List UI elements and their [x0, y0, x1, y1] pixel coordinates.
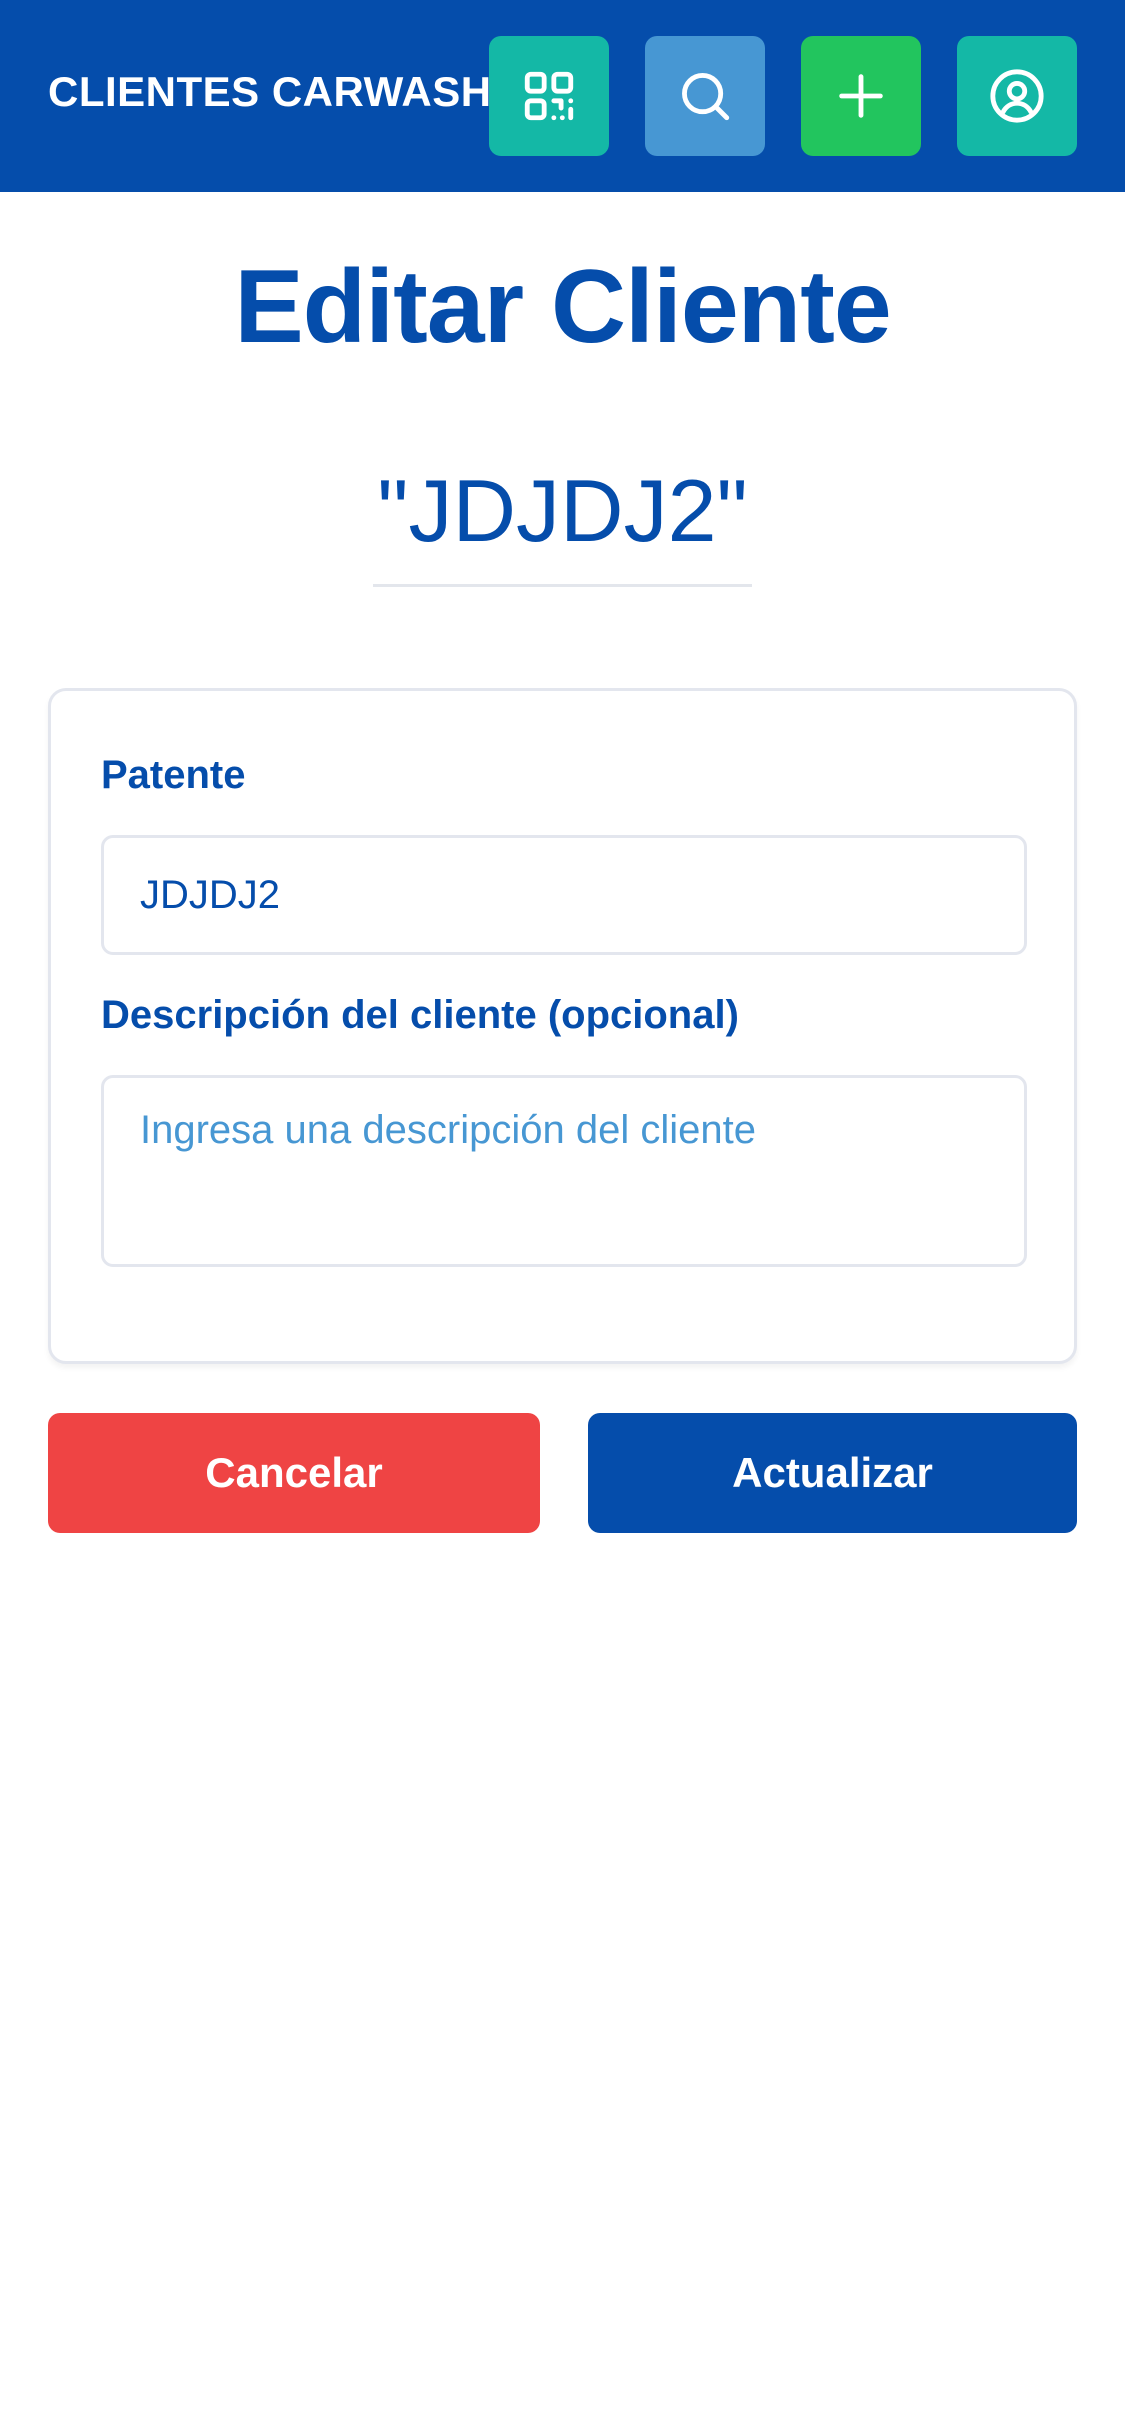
- plate-display: "JDJDJ2": [373, 460, 752, 587]
- app-title: CLIENTES CARWASH: [48, 68, 492, 115]
- description-label: Descripción del cliente (opcional): [101, 993, 739, 1037]
- search-button[interactable]: [645, 36, 765, 156]
- page-title: Editar Cliente: [234, 249, 891, 365]
- user-circle-icon: [990, 69, 1044, 123]
- cancel-button[interactable]: Cancelar: [48, 1413, 540, 1533]
- app-header: CLIENTES CARWASH: [0, 0, 1125, 192]
- edit-client-form: Patente Descripción del cliente (opciona…: [48, 688, 1077, 1364]
- description-textarea[interactable]: [101, 1075, 1027, 1267]
- profile-button[interactable]: [957, 36, 1077, 156]
- qr-code-icon: [524, 71, 574, 121]
- add-client-button[interactable]: [801, 36, 921, 156]
- search-icon: [682, 73, 730, 121]
- update-button[interactable]: Actualizar: [588, 1413, 1077, 1533]
- plate-heading: "JDJDJ2": [0, 460, 1125, 587]
- patente-input[interactable]: [101, 835, 1027, 955]
- plus-icon: [839, 74, 883, 118]
- qr-scan-button[interactable]: [489, 36, 609, 156]
- patente-label: Patente: [101, 753, 246, 797]
